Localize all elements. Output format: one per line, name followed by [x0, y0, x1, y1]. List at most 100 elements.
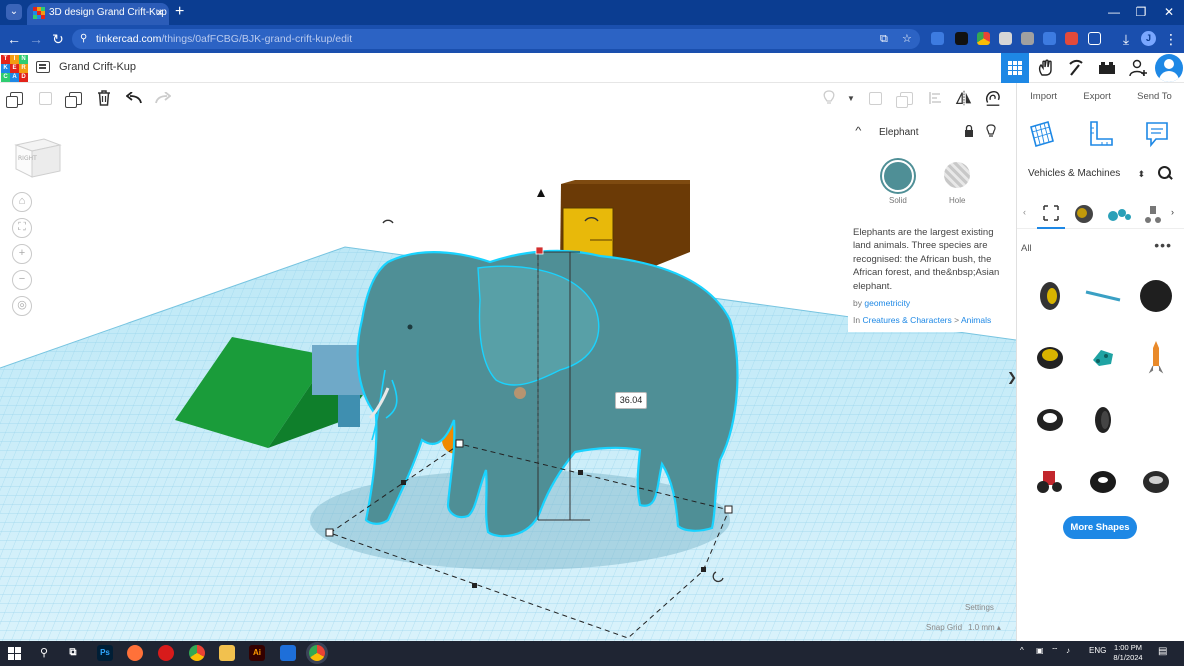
- notes-button[interactable]: [820, 90, 838, 106]
- scroll-right-icon[interactable]: ›: [1171, 207, 1174, 217]
- store-icon[interactable]: [280, 645, 296, 661]
- design-menu-icon[interactable]: [36, 61, 50, 73]
- visibility-bulb-icon[interactable]: [985, 124, 997, 138]
- export-button[interactable]: Export: [1083, 91, 1110, 102]
- site-info-icon[interactable]: ⚲: [80, 29, 87, 49]
- zoom-in-button[interactable]: +: [12, 244, 32, 264]
- side-handle[interactable]: [472, 583, 477, 588]
- rotate-handle-icon[interactable]: [382, 219, 394, 224]
- search-icon[interactable]: [1156, 164, 1174, 182]
- delete-button[interactable]: [95, 90, 113, 106]
- shape-item[interactable]: [1023, 327, 1076, 389]
- tinkercad-logo[interactable]: T I N K E R C A D: [1, 55, 29, 82]
- redo-button[interactable]: [154, 90, 172, 106]
- system-clock[interactable]: 1:00 PM 8/1/2024: [1110, 643, 1146, 663]
- language-indicator[interactable]: ENG: [1089, 646, 1106, 655]
- view-cube[interactable]: RIGHT: [14, 133, 62, 179]
- cruise-button[interactable]: [984, 90, 1002, 106]
- perspective-toggle-button[interactable]: ◎: [12, 296, 32, 316]
- blocks-view-button[interactable]: [1032, 53, 1060, 83]
- download-icon[interactable]: ⤓: [1117, 31, 1135, 47]
- opera-icon[interactable]: [158, 645, 174, 661]
- shape-item[interactable]: [1023, 265, 1076, 327]
- align-button[interactable]: [927, 90, 945, 106]
- chrome-extension-icon[interactable]: [977, 32, 990, 45]
- taskbar-search-icon[interactable]: ⚲: [36, 645, 52, 661]
- side-handle[interactable]: [401, 480, 406, 485]
- new-tab-button[interactable]: +: [175, 2, 184, 22]
- shape-item[interactable]: [1076, 451, 1129, 513]
- robot-category-icon[interactable]: [1141, 203, 1165, 225]
- extension-icon[interactable]: [931, 32, 944, 45]
- author-link[interactable]: geometricity: [864, 298, 910, 308]
- solid-color-swatch[interactable]: [882, 160, 914, 192]
- ruler-icon[interactable]: [1086, 119, 1114, 149]
- windows-start-icon[interactable]: [8, 647, 21, 660]
- notes-dropdown-icon[interactable]: ▼: [842, 90, 860, 106]
- extension-icon[interactable]: [1065, 32, 1078, 45]
- install-app-icon[interactable]: ⧉: [880, 29, 888, 49]
- hole-swatch[interactable]: [944, 162, 970, 188]
- address-bar[interactable]: ⚲ tinkercad.com/things/0afFCBG/BJK-grand…: [72, 29, 920, 49]
- extension-icon[interactable]: [955, 32, 968, 45]
- extension-icon[interactable]: [1021, 32, 1034, 45]
- task-view-icon[interactable]: ⧉: [65, 645, 81, 661]
- illustrator-icon[interactable]: Ai: [249, 645, 265, 661]
- collapse-inspector-icon[interactable]: ^: [855, 126, 861, 137]
- corner-handle[interactable]: [325, 528, 334, 537]
- tab-search-icon[interactable]: ⌄: [6, 4, 22, 20]
- shape-item[interactable]: [1023, 451, 1076, 513]
- reload-icon[interactable]: ↻: [49, 31, 67, 47]
- workplane-icon[interactable]: [1028, 119, 1056, 149]
- group-button[interactable]: [866, 90, 884, 106]
- extension-icon[interactable]: [999, 32, 1012, 45]
- shape-item[interactable]: [1129, 265, 1182, 327]
- notifications-icon[interactable]: ▤: [1158, 646, 1167, 657]
- 3d-design-view-button[interactable]: [1001, 53, 1029, 83]
- tray-chevron-icon[interactable]: ^: [1020, 646, 1024, 655]
- browser-menu-icon[interactable]: ⋮: [1162, 31, 1180, 47]
- back-arrow-icon[interactable]: ←: [5, 31, 23, 47]
- subcategory-link[interactable]: Animals: [961, 315, 991, 325]
- small-box-shape[interactable]: [338, 395, 360, 427]
- design-title[interactable]: Grand Crift-Kup: [59, 61, 136, 73]
- height-handle[interactable]: [535, 246, 544, 255]
- corner-handle[interactable]: [455, 439, 464, 448]
- tray-app-icon[interactable]: ▣: [1036, 646, 1044, 655]
- shape-item[interactable]: [1076, 389, 1129, 451]
- import-button[interactable]: Import: [1030, 91, 1057, 102]
- user-avatar[interactable]: [1155, 54, 1183, 82]
- bookmark-star-icon[interactable]: ☆: [902, 29, 912, 49]
- wifi-icon[interactable]: ⌔: [1051, 646, 1059, 656]
- shape-item[interactable]: [1076, 265, 1129, 327]
- corner-handle[interactable]: [724, 505, 733, 514]
- zoom-out-button[interactable]: −: [12, 270, 32, 290]
- notes-icon[interactable]: [1143, 119, 1171, 149]
- side-handle[interactable]: [578, 470, 583, 475]
- file-explorer-icon[interactable]: [219, 645, 235, 661]
- more-options-icon[interactable]: •••: [1154, 237, 1172, 253]
- firefox-icon[interactable]: [127, 645, 143, 661]
- category-link[interactable]: Creatures & Characters: [862, 315, 951, 325]
- shape-item[interactable]: [1129, 327, 1182, 389]
- undo-button[interactable]: [125, 90, 143, 106]
- invite-collaborator-button[interactable]: [1125, 53, 1153, 83]
- more-shapes-button[interactable]: More Shapes: [1063, 516, 1137, 539]
- shape-category-select[interactable]: Vehicles & Machines ⬍: [1025, 163, 1147, 185]
- chrome-icon[interactable]: [189, 645, 205, 661]
- profile-avatar[interactable]: J: [1141, 31, 1156, 46]
- chrome-active-icon[interactable]: [309, 645, 325, 661]
- browser-tab[interactable]: 3D design Grand Crift-Kup - Ti ×: [27, 3, 169, 25]
- snap-grid-select[interactable]: 1.0 mm ▴: [968, 623, 1001, 632]
- copy-button[interactable]: [5, 90, 25, 108]
- shape-item[interactable]: [1129, 451, 1182, 513]
- dimension-input[interactable]: 36.04: [615, 392, 647, 409]
- category-tab-selected[interactable]: [1037, 199, 1065, 229]
- sim-lab-button[interactable]: [1062, 53, 1090, 83]
- characters-category-icon[interactable]: [1106, 203, 1132, 225]
- duplicate-button[interactable]: [64, 90, 84, 108]
- lock-icon[interactable]: [964, 125, 974, 137]
- close-window-button[interactable]: ✕: [1159, 3, 1179, 21]
- maximize-button[interactable]: ❐: [1131, 3, 1151, 21]
- lift-arrow-icon[interactable]: [537, 189, 545, 197]
